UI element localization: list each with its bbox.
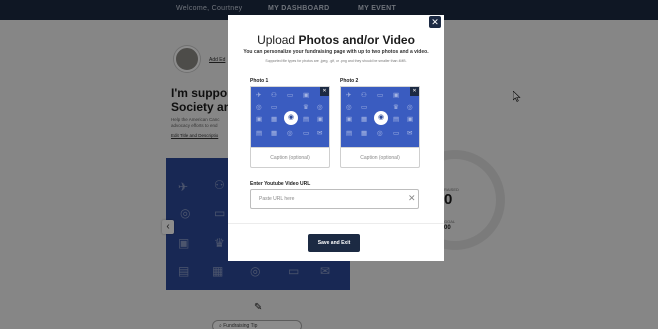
photo-2-label: Photo 2 xyxy=(340,78,359,84)
photo-1-preview[interactable]: ✈ ⚇ ▭ ▣ ◎ ▭ ♛ ◎ ▣ ▦ ▤ ▣ ▤ ▦ ◎ ▭ ✉ ◉ ✕ xyxy=(250,86,330,148)
photo-1-caption-input[interactable]: Caption (optional) xyxy=(250,148,330,168)
file-type-hint: Supported file types for photos are .jpe… xyxy=(265,59,407,63)
camera-icon[interactable]: ◉ xyxy=(284,111,298,125)
photo-2-caption-input[interactable]: Caption (optional) xyxy=(340,148,420,168)
clear-url-icon[interactable]: ✕ xyxy=(408,193,416,204)
modal-title: Upload Photos and/or Video xyxy=(257,33,415,47)
youtube-url-label: Enter Youtube Video URL xyxy=(250,181,311,187)
photo-2-preview[interactable]: ✈ ⚇ ▭ ▣ ◎ ▭ ♛ ◎ ▣ ▦ ▤ ▣ ▤ ▦ ◎ ▭ ✉ ◉ ✕ xyxy=(340,86,420,148)
modal-divider xyxy=(228,223,444,224)
upload-photos-modal: Upload Photos and/or Video You can perso… xyxy=(228,15,444,261)
camera-icon[interactable]: ◉ xyxy=(374,111,388,125)
close-icon[interactable]: ✕ xyxy=(429,16,441,28)
save-and-exit-button[interactable]: Save and Exit xyxy=(308,234,360,252)
photo-2-remove-icon[interactable]: ✕ xyxy=(410,87,419,96)
youtube-url-input[interactable] xyxy=(250,189,419,209)
modal-subtitle: You can personalize your fundraising pag… xyxy=(243,49,429,55)
photo-1-remove-icon[interactable]: ✕ xyxy=(320,87,329,96)
photo-1-label: Photo 1 xyxy=(250,78,269,84)
